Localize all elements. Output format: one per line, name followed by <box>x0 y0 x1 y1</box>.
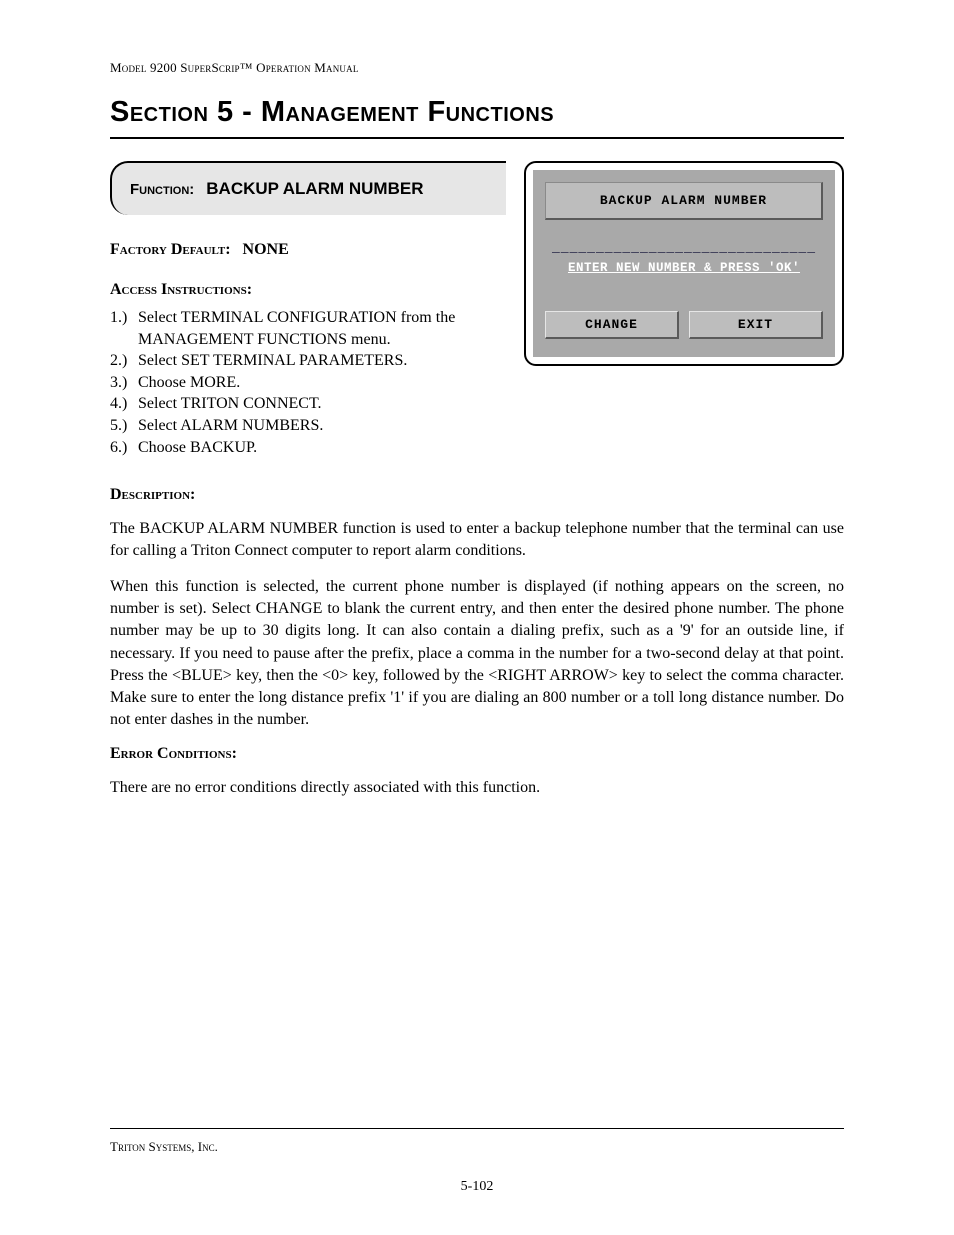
step-number: 6.) <box>110 437 138 459</box>
step-text: Select TERMINAL CONFIGURATION from the M… <box>138 307 506 350</box>
screen-entry-line: ______________________________ <box>545 240 823 255</box>
terminal-screenshot: BACKUP ALARM NUMBER ____________________… <box>524 161 844 366</box>
screen-title-panel: BACKUP ALARM NUMBER <box>545 182 823 220</box>
factory-default-label: Factory Default: <box>110 241 231 258</box>
factory-default-value: NONE <box>243 241 289 258</box>
function-name: BACKUP ALARM NUMBER <box>206 179 423 198</box>
step-number: 5.) <box>110 415 138 437</box>
page: Model 9200 SuperScrip™ Operation Manual … <box>0 0 954 1235</box>
footer: Triton Systems, Inc. 5-102 <box>110 1120 844 1195</box>
footer-rule <box>110 1128 844 1129</box>
step-text: Select ALARM NUMBERS. <box>138 415 506 437</box>
step-text: Choose BACKUP. <box>138 437 506 459</box>
footer-page-number: 5-102 <box>110 1179 844 1195</box>
screen-button-row: CHANGE EXIT <box>545 311 823 339</box>
step-text: Select TRITON CONNECT. <box>138 393 506 415</box>
change-button[interactable]: CHANGE <box>545 311 679 339</box>
section-title: Section 5 - Management Functions <box>110 96 844 129</box>
factory-default-line: Factory Default: NONE <box>110 241 506 259</box>
access-heading: Access Instructions: <box>110 281 506 299</box>
step-number: 2.) <box>110 350 138 372</box>
description-para-2: When this function is selected, the curr… <box>110 576 844 731</box>
description-heading: Description: <box>110 486 844 504</box>
screen-prompt: ENTER NEW NUMBER & PRESS 'OK' <box>545 261 823 275</box>
function-label: Function: <box>130 181 194 198</box>
running-header: Model 9200 SuperScrip™ Operation Manual <box>110 60 844 76</box>
error-text: There are no error conditions directly a… <box>110 777 844 799</box>
two-column-area: Function: BACKUP ALARM NUMBER Factory De… <box>110 161 844 458</box>
step-text: Choose MORE. <box>138 372 506 394</box>
step-number: 3.) <box>110 372 138 394</box>
step-text: Select SET TERMINAL PARAMETERS. <box>138 350 506 372</box>
step-1: 1.) Select TERMINAL CONFIGURATION from t… <box>110 307 506 350</box>
footer-company: Triton Systems, Inc. <box>110 1139 844 1155</box>
access-steps: 1.) Select TERMINAL CONFIGURATION from t… <box>110 307 506 458</box>
error-heading: Error Conditions: <box>110 745 844 763</box>
step-4: 4.) Select TRITON CONNECT. <box>110 393 506 415</box>
title-rule <box>110 137 844 139</box>
step-2: 2.) Select SET TERMINAL PARAMETERS. <box>110 350 506 372</box>
left-column: Function: BACKUP ALARM NUMBER Factory De… <box>110 161 506 458</box>
terminal-screen: BACKUP ALARM NUMBER ____________________… <box>533 170 835 357</box>
step-6: 6.) Choose BACKUP. <box>110 437 506 459</box>
step-5: 5.) Select ALARM NUMBERS. <box>110 415 506 437</box>
function-box: Function: BACKUP ALARM NUMBER <box>110 161 506 215</box>
step-number: 4.) <box>110 393 138 415</box>
exit-button[interactable]: EXIT <box>689 311 823 339</box>
step-number: 1.) <box>110 307 138 350</box>
step-3: 3.) Choose MORE. <box>110 372 506 394</box>
description-para-1: The BACKUP ALARM NUMBER function is used… <box>110 518 844 562</box>
